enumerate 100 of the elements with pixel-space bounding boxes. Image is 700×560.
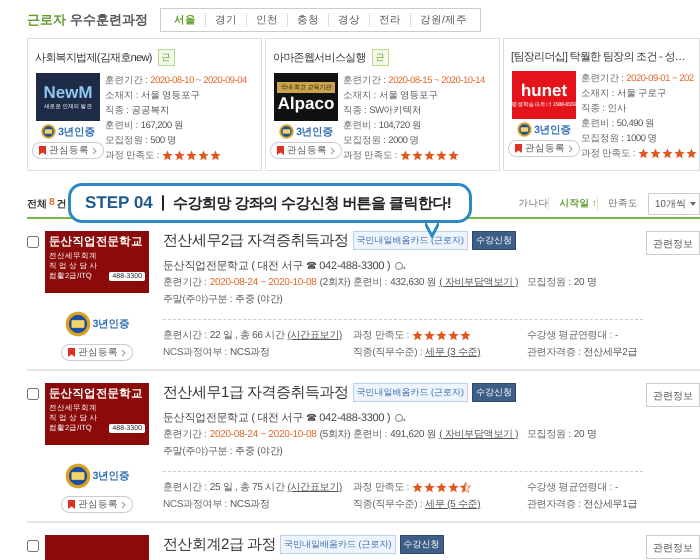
- detail-value: 432,630 원: [390, 276, 436, 289]
- bookmark-button[interactable]: 관심등록: [61, 496, 133, 513]
- detail-value: 전산세무2급: [583, 346, 638, 359]
- row-checkbox[interactable]: [27, 388, 39, 400]
- course-title[interactable]: [팀장리더십] 탁월한 팀장의 조건 - 성…: [511, 49, 685, 64]
- detail-value: 25 일 , 총 75 시간: [210, 481, 284, 494]
- date-range: 2020-08-10 ~ 2020-09-04: [150, 74, 247, 88]
- detail-value: 20 명: [574, 428, 596, 441]
- certification-label: 3년인증: [92, 469, 130, 483]
- star-icon: [662, 148, 673, 159]
- sort-option[interactable]: 가나다: [508, 197, 548, 210]
- chevron-icon: [92, 146, 97, 154]
- field-label: 과정 만족도 :: [581, 147, 635, 161]
- detail-label: 주말(주야)구분 :: [163, 293, 232, 306]
- field-value: 공공복지: [131, 104, 170, 118]
- bookmark-button[interactable]: 관심등록: [61, 344, 133, 361]
- field-value: 167,200 원: [140, 119, 184, 133]
- field-value: 인사: [607, 102, 626, 116]
- region-tab[interactable]: 강원/제주: [410, 13, 476, 27]
- star-icon: [424, 150, 435, 161]
- star-icon: [436, 482, 447, 493]
- total-label: 전체: [27, 198, 47, 210]
- related-info-button[interactable]: 관련정보: [646, 535, 700, 559]
- field-label: 소재지 :: [105, 89, 138, 103]
- field-value: 1000 명: [626, 132, 658, 146]
- page-size-select[interactable]: 10개씩: [648, 192, 700, 214]
- star-icon: [186, 150, 197, 161]
- section-label: 근로자: [27, 11, 66, 29]
- course-title[interactable]: 사회복지법제(김재호new): [35, 50, 152, 65]
- field-label: 과정 만족도 :: [105, 149, 159, 163]
- apply-button[interactable]: 수강신청: [472, 231, 516, 250]
- field-value: 50,490 원: [616, 117, 654, 131]
- star-icon: [638, 148, 649, 159]
- detail-link[interactable]: ( 자비부담액보기 ): [439, 276, 518, 289]
- star-icon: [448, 330, 459, 341]
- detail-link[interactable]: (시간표보기): [287, 481, 342, 494]
- chevron-icon: [568, 144, 573, 152]
- worker-tag: 근: [158, 49, 175, 66]
- related-info-button[interactable]: 관련정보: [646, 383, 700, 407]
- callout-separator: |: [160, 194, 166, 212]
- field-value: 500 명: [150, 134, 176, 148]
- course-title[interactable]: 전산세무1급 자격증취득과정: [163, 384, 349, 401]
- share-icon[interactable]: [394, 412, 406, 422]
- star-icon: [412, 482, 423, 493]
- course-title[interactable]: 전산세무2급 자격증취득과정: [163, 232, 349, 249]
- detail-value: 전산세무1급: [583, 498, 638, 511]
- field-label: 모집정원 :: [105, 134, 148, 148]
- institution-info: 둔산직업전문학교 ( 대전 서구 ☎ 042-488-3300 ): [163, 411, 390, 425]
- star-icon: [448, 150, 459, 161]
- region-tab[interactable]: 전라: [369, 13, 410, 27]
- bookmark-icon: [277, 146, 284, 155]
- logo-name: 둔산직업전문학교: [49, 387, 144, 402]
- bookmark-button[interactable]: 관심등록: [270, 142, 342, 159]
- bookmark-icon: [39, 146, 46, 155]
- row-checkbox[interactable]: [27, 236, 39, 248]
- detail-label: NCS과정여부 :: [163, 498, 227, 511]
- detail-value: 주중 (야간): [235, 293, 283, 306]
- bookmark-button[interactable]: 관심등록: [508, 140, 580, 157]
- detail-link[interactable]: ( 자비부담액보기 ): [439, 428, 518, 441]
- detail-label: 훈련기간 :: [163, 428, 207, 441]
- field-value: SW아키텍처: [369, 104, 422, 118]
- region-tab[interactable]: 경기: [205, 13, 246, 27]
- row-checkbox[interactable]: [27, 540, 39, 552]
- region-tab[interactable]: 경상: [328, 13, 369, 27]
- detail-label: 주말(주야)구분 :: [163, 445, 232, 458]
- date-range: 2020-08-24 ~ 2020-10-08: [210, 428, 317, 441]
- card-badge: 국민내일배움카드 (근로자): [352, 383, 468, 402]
- logo-name: NewM: [43, 84, 93, 101]
- chevron-icon: [121, 500, 126, 508]
- sort-option[interactable]: 만족도: [596, 197, 638, 210]
- detail-link[interactable]: 세무 (5 수준): [425, 498, 480, 511]
- apply-button[interactable]: 수강신청: [472, 383, 516, 402]
- field-label: 훈련비 :: [105, 119, 138, 133]
- logo-name: hunet: [520, 82, 568, 99]
- region-tab[interactable]: 충청: [287, 13, 328, 27]
- detail-label: 수강생 평균연령대 :: [527, 329, 612, 342]
- field-value: 서울 영등포구: [378, 89, 438, 103]
- star-icon: [198, 150, 209, 161]
- field-label: 직종 :: [105, 104, 128, 118]
- share-icon[interactable]: [394, 260, 406, 270]
- star-icon: [412, 330, 423, 341]
- related-info-button[interactable]: 관련정보: [646, 231, 700, 255]
- star-icon: [448, 482, 459, 493]
- detail-label: 훈련비 :: [353, 276, 388, 289]
- region-tab[interactable]: 인천: [246, 13, 287, 27]
- detail-label: 과정 만족도 :: [353, 329, 409, 342]
- course-title[interactable]: 전산회계2급 과정: [163, 536, 276, 553]
- detail-link[interactable]: (시간표보기): [287, 329, 342, 342]
- detail-value: 주중 (야간): [235, 445, 283, 458]
- detail-value: -: [615, 329, 618, 342]
- detail-label: 훈련기간 :: [163, 276, 207, 289]
- chevron-icon: [330, 146, 335, 154]
- medal-icon: [64, 463, 91, 489]
- detail-link[interactable]: 세무 (3 수준): [425, 346, 480, 359]
- bookmark-button[interactable]: 관심등록: [32, 142, 104, 159]
- detail-label: 직종(직무수준) :: [353, 498, 422, 511]
- course-title[interactable]: 아마존웹서비스실행: [273, 50, 366, 65]
- total-unit: 건: [56, 198, 67, 210]
- field-value: 2000 명: [388, 134, 420, 148]
- apply-button[interactable]: 수강신청: [400, 535, 444, 554]
